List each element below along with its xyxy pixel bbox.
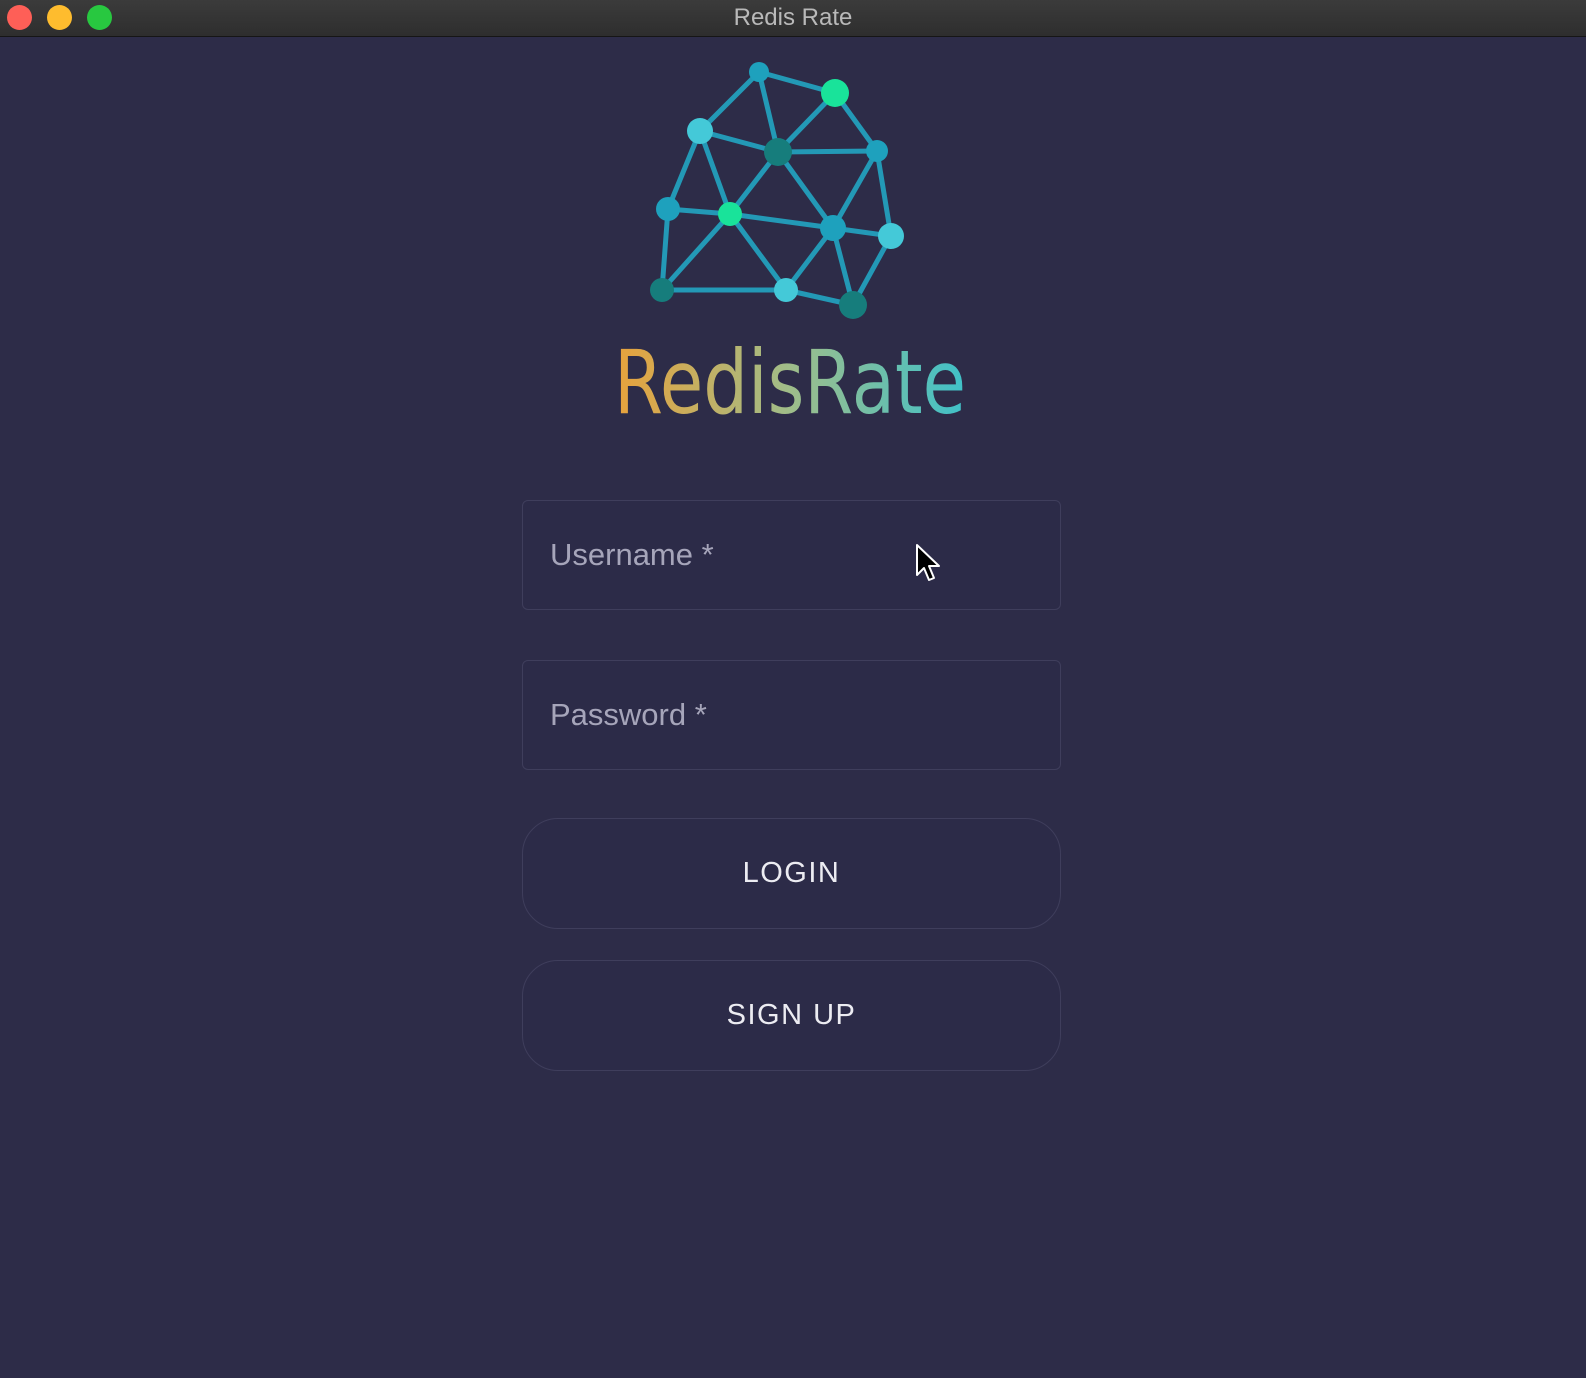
- mouse-pointer-icon: [916, 544, 940, 581]
- title-bar[interactable]: Redis Rate: [0, 0, 1586, 37]
- login-button[interactable]: LOGIN: [522, 818, 1061, 929]
- network-graph-icon: [650, 62, 904, 319]
- app-window: Redis Rate RedisRate Username * LOGIN SI…: [0, 0, 1586, 1378]
- username-field[interactable]: [522, 500, 1061, 610]
- app-logo-wordmark: RedisRate: [614, 331, 966, 430]
- password-field[interactable]: [522, 660, 1061, 770]
- username-input[interactable]: [523, 501, 1060, 609]
- password-input[interactable]: [523, 661, 1060, 769]
- sign-up-button[interactable]: SIGN UP: [522, 960, 1061, 1071]
- wordmark-text: RedisRate: [614, 331, 966, 430]
- window-title: Redis Rate: [733, 4, 853, 31]
